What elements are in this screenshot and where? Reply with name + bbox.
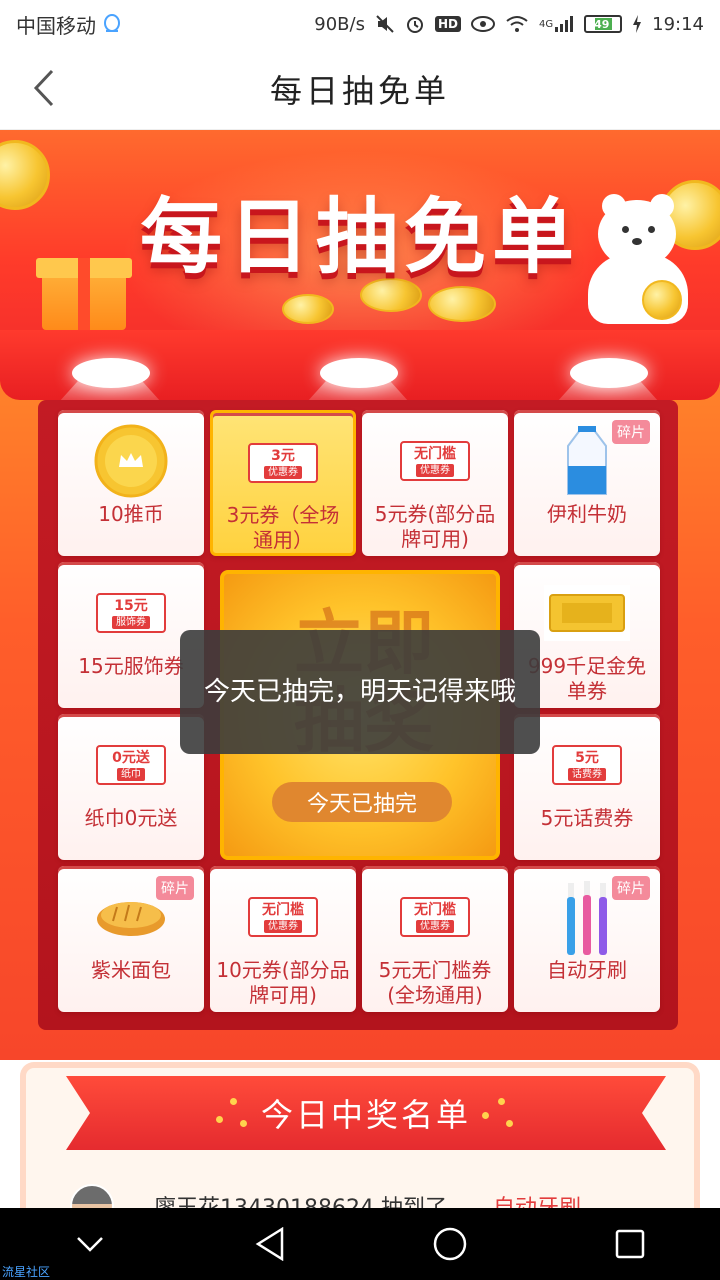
prize-cell[interactable]: 碎片 自动牙刷 — [514, 866, 660, 1012]
app-header: 每日抽免单 — [0, 48, 720, 130]
prize-cell[interactable]: 无门槛 优惠券 10元券(部分品牌可用) — [210, 866, 356, 1012]
triangle-back-icon — [255, 1227, 284, 1261]
wifi-icon — [505, 15, 529, 33]
toast-message: 今天已抽完，明天记得来哦 — [180, 630, 540, 754]
page-title: 每日抽免单 — [269, 71, 450, 110]
coupon-icon: 0元送 纸巾 — [96, 745, 166, 785]
winners-header: 今日中奖名单 — [66, 1076, 666, 1150]
milk-icon — [567, 426, 607, 495]
coin-icon — [94, 424, 168, 498]
coupon-icon: 无门槛 优惠券 — [400, 441, 470, 481]
prize-label: 伊利牛奶 — [547, 502, 627, 526]
prize-label: 5元无门槛券(全场通用) — [378, 958, 492, 1007]
hide-nav-button[interactable] — [55, 1214, 125, 1274]
battery-level: 49 — [594, 17, 610, 31]
coin-decoration-icon — [0, 140, 50, 210]
carrier-label: 中国移动 — [16, 13, 96, 38]
system-nav-bar: 流星社区 — [0, 1208, 720, 1280]
gift-box-icon — [36, 240, 132, 330]
banner-title: 每日抽免单 — [140, 190, 581, 285]
chevron-left-icon — [33, 69, 54, 107]
prize-label: 自动牙刷 — [547, 958, 627, 982]
back-button[interactable] — [22, 66, 66, 110]
coupon-icon: 3元 优惠券 — [248, 443, 318, 483]
toothbrush-icon — [567, 881, 607, 955]
back-nav-button[interactable] — [235, 1214, 305, 1274]
winners-title: 今日中奖名单 — [260, 1096, 471, 1134]
recents-nav-button[interactable] — [595, 1214, 665, 1274]
fragment-badge: 碎片 — [612, 420, 650, 444]
prize-cell[interactable]: 无门槛 优惠券 5元无门槛券(全场通用) — [362, 866, 508, 1012]
hd-icon: HD — [434, 16, 461, 32]
coin-decoration-icon — [282, 294, 334, 324]
circle-home-icon — [433, 1227, 467, 1261]
prize-label: 纸巾0元送 — [84, 806, 178, 830]
bread-icon — [97, 902, 165, 936]
charging-icon — [632, 15, 642, 33]
bear-mascot-icon — [584, 190, 692, 324]
prize-label: 10元券(部分品牌可用) — [216, 958, 350, 1007]
home-nav-button[interactable] — [415, 1214, 485, 1274]
coupon-icon: 无门槛 优惠券 — [248, 897, 318, 937]
signal-icon: 4G — [539, 15, 574, 33]
coupon-icon: 5元 话费券 — [552, 745, 622, 785]
status-bar: 中国移动 90B/s HD 4G 49 19:14 — [0, 0, 720, 48]
prize-cell[interactable]: 3元 优惠券 3元券（全场通用） — [210, 410, 356, 556]
alarm-icon — [405, 14, 425, 34]
battery-icon: 49 — [584, 15, 623, 33]
mute-icon — [375, 14, 395, 34]
prize-cell[interactable]: 无门槛 优惠券 5元券(部分品牌可用) — [362, 410, 508, 556]
coin-decoration-icon — [428, 286, 496, 322]
prize-cell[interactable]: 碎片 伊利牛奶 — [514, 410, 660, 556]
fragment-badge: 碎片 — [156, 876, 194, 900]
network-speed: 90B/s — [314, 13, 365, 35]
prize-label: 5元话费券 — [540, 806, 634, 830]
clock: 19:14 — [652, 13, 704, 35]
prize-label: 10推币 — [98, 502, 164, 526]
prize-cell[interactable]: 10推币 — [58, 410, 204, 556]
fragment-badge: 碎片 — [612, 876, 650, 900]
prize-label: 15元服饰券 — [78, 654, 184, 678]
prize-cell[interactable]: 碎片 紫米面包 — [58, 866, 204, 1012]
square-recents-icon — [615, 1229, 645, 1259]
draw-status-pill: 今天已抽完 — [272, 782, 452, 822]
prize-label: 紫米面包 — [91, 958, 171, 982]
prize-label: 5元券(部分品牌可用) — [374, 502, 496, 551]
coupon-icon: 15元 服饰券 — [96, 593, 166, 633]
prize-label: 3元券（全场通用） — [226, 503, 340, 552]
qq-notification-icon — [102, 13, 122, 35]
eye-icon — [471, 16, 495, 32]
chevron-down-icon — [77, 1237, 103, 1252]
coupon-icon: 无门槛 优惠券 — [400, 897, 470, 937]
watermark-text: 流星社区 — [2, 1265, 51, 1279]
gold-bar-icon — [544, 585, 630, 641]
